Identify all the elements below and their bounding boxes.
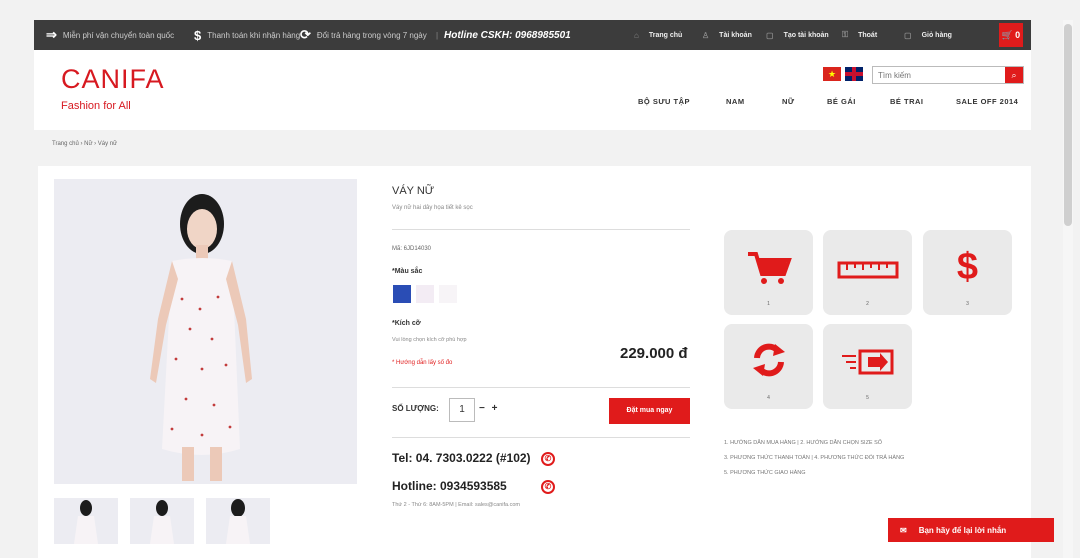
product-thumbnail-3[interactable]: [206, 498, 270, 544]
divider: [392, 387, 690, 388]
topbar-cart-link[interactable]: ▢ Giỏ hàng: [904, 20, 952, 50]
buy-now-button[interactable]: Đặt mua ngay: [609, 398, 690, 424]
search-input[interactable]: [872, 66, 1024, 84]
vietnam-flag-icon[interactable]: ★: [823, 67, 841, 81]
tagline: Fashion for All: [61, 100, 131, 112]
nav-men[interactable]: NAM: [726, 97, 745, 106]
cart-icon: [724, 250, 813, 295]
service-tile-delivery[interactable]: 5: [823, 324, 912, 409]
scrollbar-thumb[interactable]: [1064, 24, 1072, 226]
bag-icon: ▢: [904, 30, 912, 40]
nav-boys[interactable]: BÉ TRAI: [890, 97, 924, 106]
mail-icon: ✉: [900, 525, 907, 535]
color-swatch-pink[interactable]: [416, 285, 434, 303]
promo-return: ⟳ Đổi trả hàng trong vòng 7 ngày: [300, 27, 427, 42]
topbar-logout-link[interactable]: ⚿ Thoát: [842, 20, 877, 50]
size-guide-link[interactable]: * Hướng dẫn lấy số đo: [392, 360, 452, 366]
size-label: *Kích cỡ: [392, 320, 421, 327]
refresh-icon: ⟳: [300, 27, 311, 42]
model-photo: [54, 179, 357, 484]
size-note: Vui lòng chọn kích cỡ phù hợp: [392, 337, 467, 343]
product-thumbnail-2[interactable]: [130, 498, 194, 544]
guide-link-row-2[interactable]: 3. PHƯƠNG THỨC THANH TOÁN | 4. PHƯƠNG TH…: [724, 451, 904, 466]
language-switcher: ★: [823, 67, 863, 81]
topbar-hotline: Hotline CSKH: 0968985501: [444, 29, 571, 41]
divider: [392, 437, 690, 438]
ruler-icon: [823, 250, 912, 289]
topbar-register-link[interactable]: ▢ Tạo tài khoản: [766, 20, 829, 50]
cart-button[interactable]: 🛒 0: [999, 23, 1023, 47]
service-tile-cart[interactable]: 1: [724, 230, 813, 315]
product-price: 229.000 đ: [620, 345, 688, 362]
color-swatch-white[interactable]: [439, 285, 457, 303]
topbar-divider: |: [436, 30, 439, 40]
guide-link-row-3[interactable]: 5. PHƯƠNG THỨC GIAO HÀNG: [724, 466, 904, 481]
breadcrumb[interactable]: Trang chủ › Nữ › Váy nữ: [52, 141, 117, 147]
nav-women[interactable]: NỮ: [782, 97, 795, 106]
divider: [392, 229, 690, 230]
delivery-icon: [823, 344, 912, 385]
nav-girls[interactable]: BÉ GÁI: [827, 97, 856, 106]
cart-icon: 🛒: [1001, 29, 1014, 40]
register-icon: ▢: [766, 30, 774, 40]
quantity-plus-button[interactable]: +: [492, 403, 498, 414]
dollar-icon: $: [956, 246, 979, 288]
search-icon: ⌕: [1011, 70, 1017, 80]
guide-links: 1. HƯỚNG DẪN MUA HÀNG | 2. HƯỚNG DẪN CHỌ…: [724, 436, 904, 481]
key-icon: ⚿: [842, 30, 849, 39]
refresh-icon: [724, 343, 813, 389]
product-subtitle: Váy nữ hai dây họa tiết kẻ sọc: [392, 205, 473, 211]
phone-icon[interactable]: ✆: [541, 452, 555, 466]
contact-hours: Thứ 2 - Thứ 6: 8AM-5PM | Email: sales@ca…: [392, 502, 520, 508]
home-icon: ⌂: [634, 30, 639, 40]
service-tile-payment[interactable]: $ 3: [923, 230, 1012, 315]
logo[interactable]: CANIFA: [61, 64, 165, 95]
quantity-minus-button[interactable]: −: [479, 403, 485, 414]
quantity-stepper: − +: [479, 403, 497, 414]
phone-icon[interactable]: ✆: [541, 480, 555, 494]
hotline-number: Hotline: 0934593585: [392, 479, 507, 493]
product-sku: Mã: 6JD14030: [392, 246, 432, 252]
search-button[interactable]: ⌕: [1005, 67, 1023, 83]
delivery-icon: ⇒: [46, 27, 57, 42]
promo-shipping: ⇒ Miễn phí vận chuyển toàn quốc: [46, 27, 175, 42]
color-swatch-blue[interactable]: [393, 285, 411, 303]
nav-collection[interactable]: BỘ SƯU TẬP: [638, 97, 690, 106]
product-main-image[interactable]: [54, 179, 357, 484]
promo-cod: $ Thanh toán khi nhận hàng: [194, 27, 301, 43]
nav-sale[interactable]: SALE OFF 2014: [956, 97, 1018, 106]
topbar-account-link[interactable]: ♙ Tài khoản: [702, 20, 752, 50]
chat-widget-button[interactable]: ✉ Bạn hãy để lại lời nhắn: [888, 518, 1054, 542]
guide-link-row-1[interactable]: 1. HƯỚNG DẪN MUA HÀNG | 2. HƯỚNG DẪN CHỌ…: [724, 436, 904, 451]
quantity-label: SỐ LƯỢNG:: [392, 404, 439, 413]
header: CANIFA Fashion for All ★ ⌕ BỘ SƯU TẬP NA…: [34, 50, 1031, 130]
uk-flag-icon[interactable]: [845, 67, 863, 81]
dollar-icon: $: [194, 27, 202, 43]
service-tile-return[interactable]: 4: [724, 324, 813, 409]
color-label: *Màu sắc: [392, 268, 423, 275]
user-icon: ♙: [702, 30, 710, 40]
product-thumbnail-1[interactable]: [54, 498, 118, 544]
top-bar: ⇒ Miễn phí vận chuyển toàn quốc $ Thanh …: [34, 20, 1031, 50]
service-tile-ruler[interactable]: 2: [823, 230, 912, 315]
topbar-home-link[interactable]: ⌂ Trang chủ: [634, 20, 682, 50]
tel-number: Tel: 04. 7303.0222 (#102): [392, 451, 531, 465]
product-title: VÁY NỮ: [392, 185, 435, 197]
quantity-input[interactable]: 1: [449, 398, 475, 422]
